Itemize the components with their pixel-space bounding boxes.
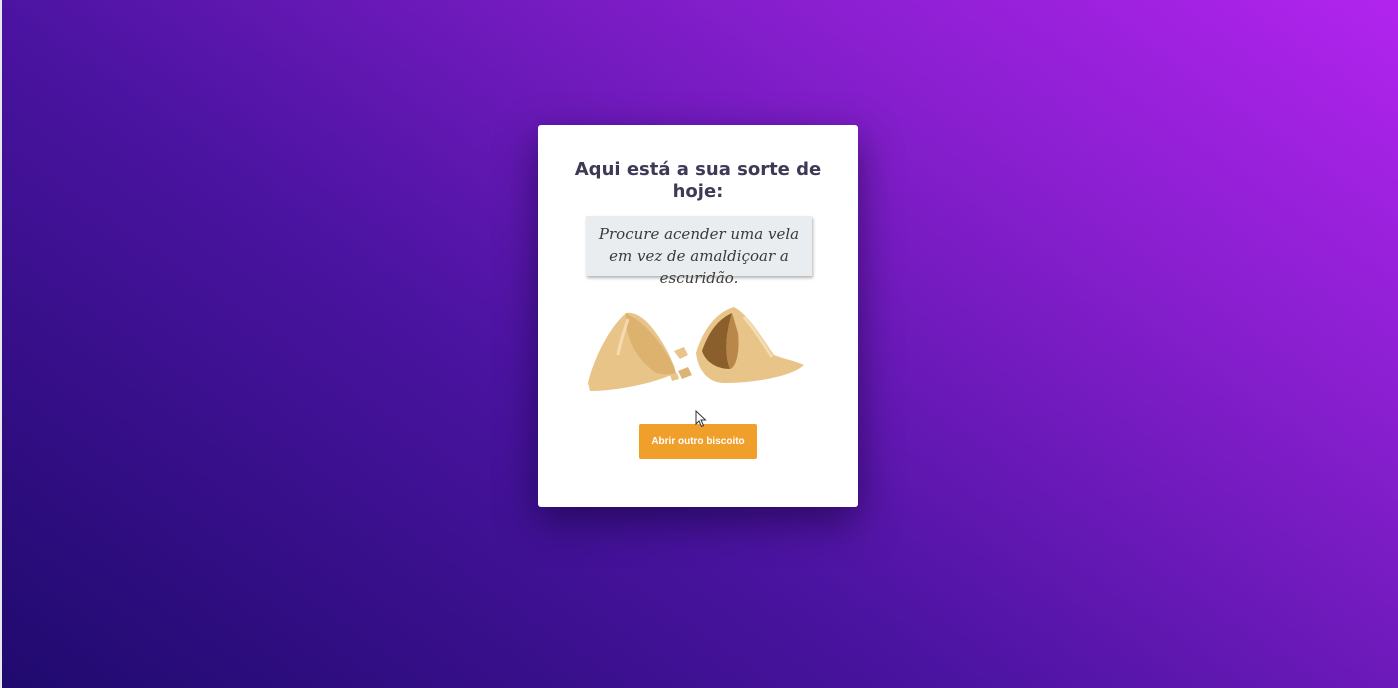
fortune-message: Procure acender uma vela em vez de amald… <box>586 216 812 287</box>
mouse-pointer-icon <box>695 410 707 428</box>
fortune-card: Aqui está a sua sorte de hoje: Procure a… <box>538 125 858 507</box>
broken-cookie-image <box>588 307 804 391</box>
window-edge <box>0 0 2 688</box>
page-title: Aqui está a sua sorte de hoje: <box>574 159 822 202</box>
open-another-cookie-button[interactable]: Abrir outro biscoito <box>639 424 757 459</box>
